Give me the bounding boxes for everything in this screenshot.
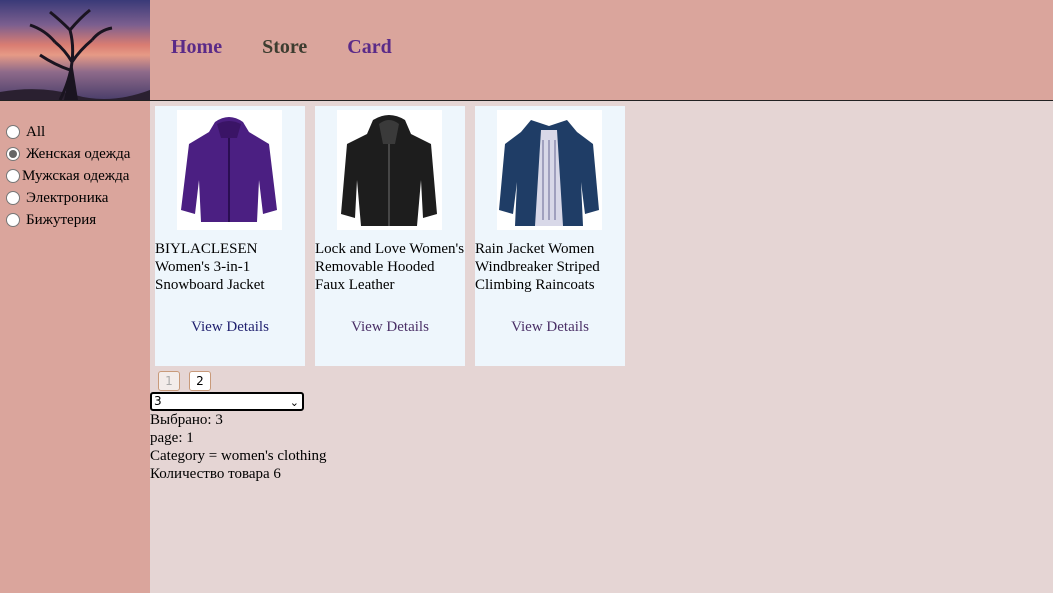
radio-button[interactable] xyxy=(6,169,20,183)
per-page-select[interactable]: 3 ⌄ xyxy=(150,392,304,411)
product-title: Rain Jacket Women Windbreaker Striped Cl… xyxy=(475,241,600,293)
chevron-down-icon: ⌄ xyxy=(289,396,299,409)
view-details-link[interactable]: View Details xyxy=(155,319,305,336)
radio-button[interactable] xyxy=(6,125,20,139)
category-option-mens[interactable]: Мужская одежда xyxy=(6,165,130,187)
select-value: 3 xyxy=(154,394,162,408)
category-option-womens[interactable]: Женская одежда xyxy=(6,143,130,165)
product-card: Lock and Love Women's Removable Hooded F… xyxy=(315,106,465,366)
nav-home-link[interactable]: Home xyxy=(171,36,222,59)
debug-info: Выбрано: 3 page: 1 Category = women's cl… xyxy=(150,411,327,483)
radio-button[interactable] xyxy=(6,191,20,205)
product-image-black-leather-jacket[interactable] xyxy=(337,110,442,230)
radio-button[interactable] xyxy=(6,147,20,161)
category-sidebar: All Женская одежда Мужская одежда Электр… xyxy=(0,101,150,593)
page-text: page: 1 xyxy=(150,430,194,446)
page-button-2[interactable]: 2 xyxy=(189,371,211,391)
category-label: Женская одежда xyxy=(26,145,131,162)
product-grid: BIYLACLESEN Women's 3-in-1 Snowboard Jac… xyxy=(155,106,625,366)
category-label: Бижутерия xyxy=(26,211,97,228)
nav-store-link[interactable]: Store xyxy=(262,36,307,59)
category-option-electronics[interactable]: Электроника xyxy=(6,187,130,209)
category-option-all[interactable]: All xyxy=(6,121,130,143)
product-title: Lock and Love Women's Removable Hooded F… xyxy=(315,241,465,293)
nav-card-link[interactable]: Card xyxy=(347,36,391,59)
pagination: 1 2 xyxy=(158,371,211,391)
selected-count-text: Выбрано: 3 xyxy=(150,412,223,428)
view-details-link[interactable]: View Details xyxy=(475,319,625,336)
product-count-text: Количество товара 6 xyxy=(150,466,281,482)
radio-button[interactable] xyxy=(6,213,20,227)
product-image-navy-rain-jacket[interactable] xyxy=(497,110,602,230)
product-card: BIYLACLESEN Women's 3-in-1 Snowboard Jac… xyxy=(155,106,305,366)
main-nav: Home Store Card xyxy=(171,36,392,59)
page-button-1[interactable]: 1 xyxy=(158,371,180,391)
category-label: Электроника xyxy=(26,189,109,206)
product-image-purple-jacket[interactable] xyxy=(177,110,282,230)
category-label: All xyxy=(26,123,46,140)
category-label: Мужская одежда xyxy=(22,167,130,184)
logo-tree-image[interactable] xyxy=(0,0,150,100)
header: Home Store Card xyxy=(0,0,1053,101)
product-card: Rain Jacket Women Windbreaker Striped Cl… xyxy=(475,106,625,366)
category-filter: All Женская одежда Мужская одежда Электр… xyxy=(6,121,130,231)
product-title: BIYLACLESEN Women's 3-in-1 Snowboard Jac… xyxy=(155,241,265,293)
category-text: Category = women's clothing xyxy=(150,448,327,464)
category-option-jewelery[interactable]: Бижутерия xyxy=(6,209,130,231)
view-details-link[interactable]: View Details xyxy=(315,319,465,336)
